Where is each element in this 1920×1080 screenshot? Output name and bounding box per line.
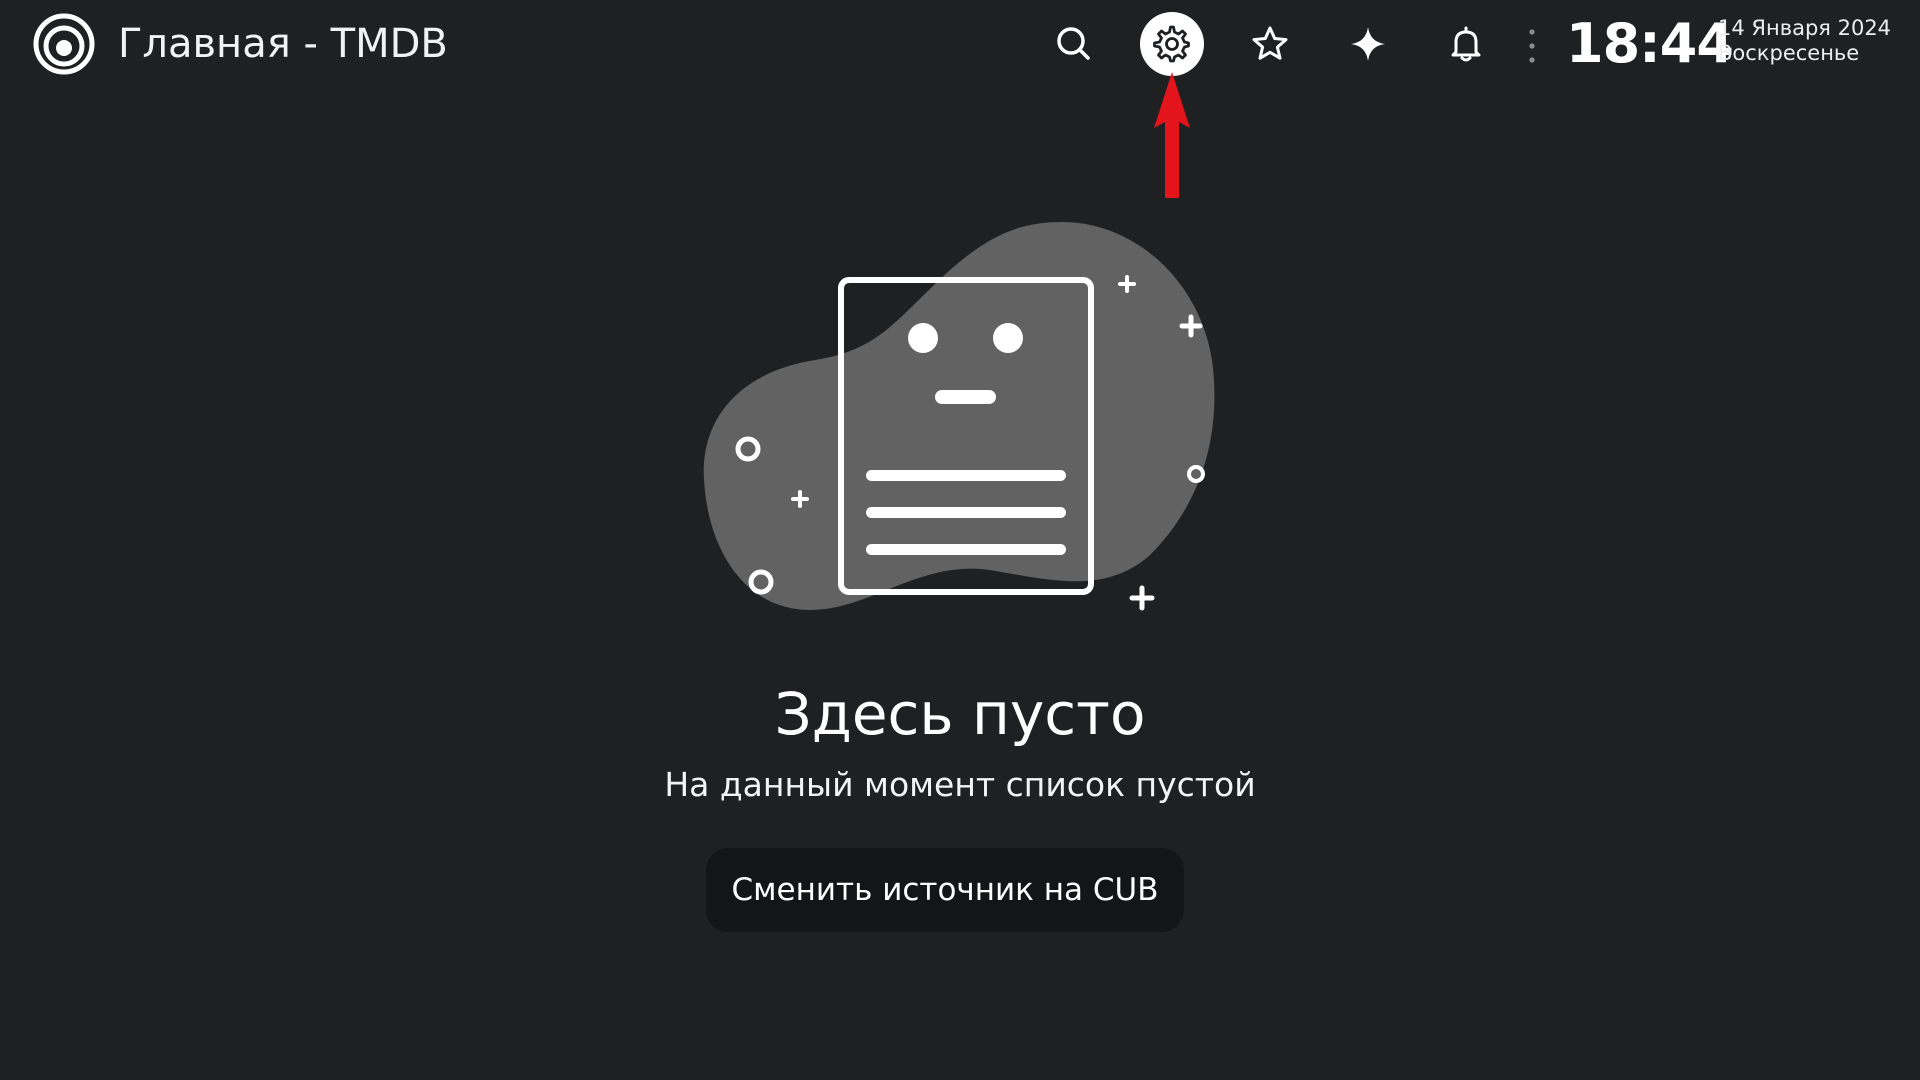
empty-illustration xyxy=(703,222,1215,611)
face-mouth xyxy=(935,390,996,404)
gear-icon xyxy=(1153,25,1190,63)
dots-vertical-icon[interactable] xyxy=(1526,28,1538,64)
text-line xyxy=(866,507,1066,518)
bell-icon xyxy=(1451,26,1481,62)
face-eye-left xyxy=(908,323,938,353)
notifications-button[interactable] xyxy=(1434,12,1498,76)
feed-button[interactable] xyxy=(1336,12,1400,76)
date-block: 14 Января 2024 Воскресенье xyxy=(1718,16,1891,66)
face-eye-right xyxy=(993,323,1023,353)
star-icon xyxy=(1252,26,1288,60)
page-title: Главная - TMDB xyxy=(118,21,448,67)
plus-icon xyxy=(1129,585,1155,611)
text-line xyxy=(866,544,1066,555)
empty-state-title: Здесь пусто xyxy=(774,680,1146,748)
red-arrow-pointer xyxy=(1154,72,1190,198)
app-logo[interactable] xyxy=(32,12,96,76)
weekday-text: Воскресенье xyxy=(1718,41,1860,65)
settings-button[interactable] xyxy=(1140,12,1204,76)
search-button[interactable] xyxy=(1042,12,1106,76)
clock: 18:44 xyxy=(1566,12,1734,75)
empty-state-subtitle: На данный момент список пустой xyxy=(664,765,1256,804)
top-bar: Главная - TMDB 18:44 14 Января 2024 Воск… xyxy=(0,0,1920,90)
sparkle-icon xyxy=(1351,27,1385,61)
bookmarks-button[interactable] xyxy=(1238,12,1302,76)
change-source-button[interactable]: Сменить источник на CUB xyxy=(706,848,1184,932)
text-line xyxy=(866,470,1066,481)
search-icon xyxy=(1057,27,1090,60)
date-text: 14 Января 2024 xyxy=(1718,16,1892,40)
